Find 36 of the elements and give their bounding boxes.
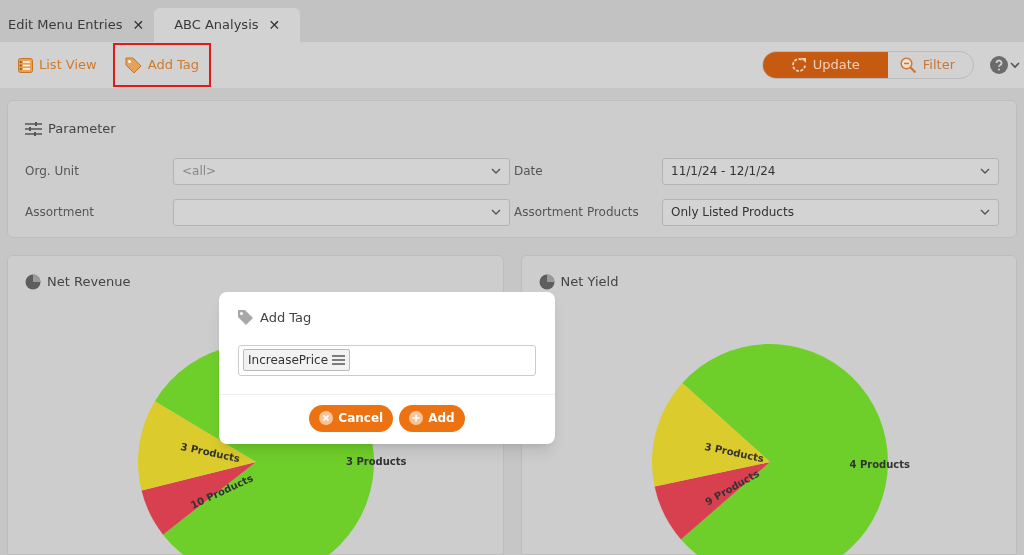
tag-icon [124, 56, 142, 74]
slice-label: 3 Products [702, 439, 765, 467]
chevron-down-icon [1010, 61, 1020, 69]
select-field[interactable]: Only Listed Products [662, 198, 999, 226]
field-label: Date [514, 163, 544, 180]
panel-title: Parameter [48, 120, 116, 138]
list-icon [18, 57, 33, 73]
plus-icon [409, 411, 424, 425]
chevron-down-icon [491, 208, 501, 216]
chevron-down-icon [980, 208, 990, 216]
tag-input-field[interactable]: IncreasePrice [238, 344, 536, 376]
close-button[interactable]: ✕ [132, 14, 145, 36]
refresh-icon [790, 57, 807, 73]
pie-chart-icon [538, 273, 555, 290]
cancel-icon [319, 411, 334, 425]
chart-title: Net Revenue [47, 273, 131, 291]
chart-title: Net Yield [560, 273, 619, 291]
slice-label: 3 Products [179, 439, 242, 467]
zoom-out-icon [899, 56, 917, 74]
field-label: Assortment [25, 204, 96, 221]
select-field[interactable] [173, 198, 510, 226]
dialog-title: Add Tag [260, 309, 312, 327]
pie-chart-icon [25, 273, 41, 290]
chevron-down-icon [491, 167, 501, 175]
help-menu-button[interactable] [990, 56, 1020, 74]
help-icon [990, 56, 1008, 74]
sliders-icon [25, 121, 42, 136]
chevron-down-icon [980, 167, 990, 175]
tag-chip[interactable]: IncreasePrice [243, 349, 351, 371]
tab[interactable]: ABC Analysis ✕ [154, 8, 301, 42]
menu-icon [332, 355, 346, 365]
tag-icon [237, 309, 254, 327]
close-button[interactable]: ✕ [268, 14, 281, 36]
field-label: Assortment Products [514, 204, 640, 221]
field-label: Org. Unit [25, 163, 80, 180]
select-field[interactable]: 11/1/24 - 12/1/24 [662, 157, 999, 185]
